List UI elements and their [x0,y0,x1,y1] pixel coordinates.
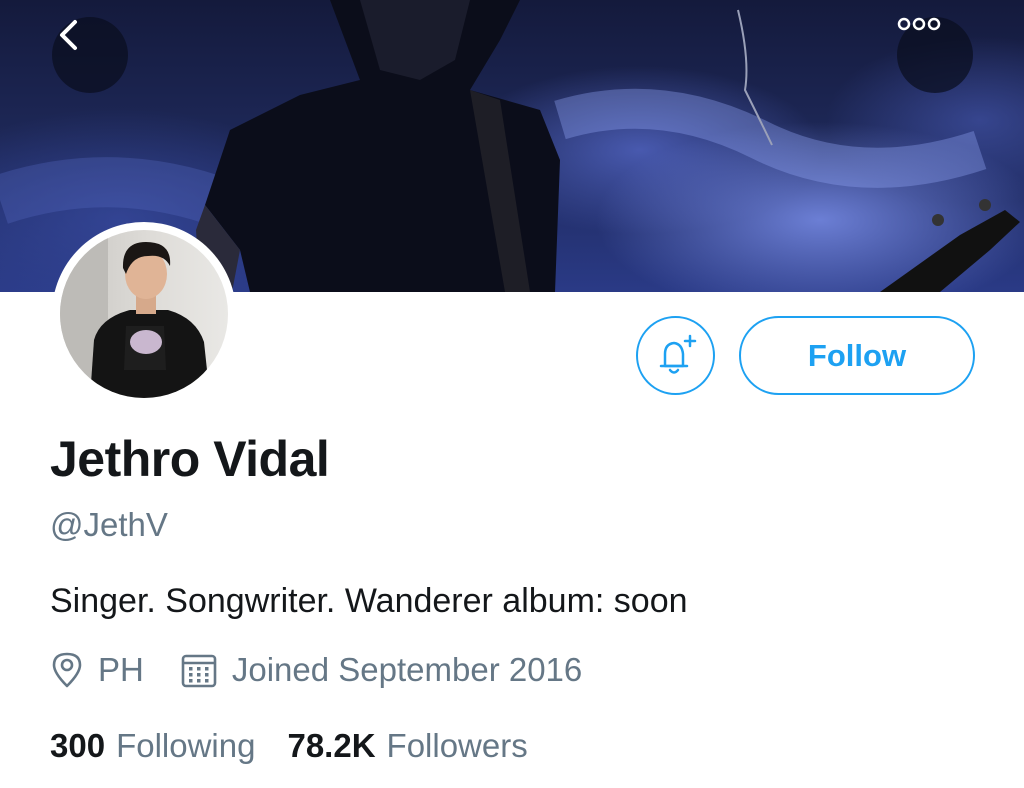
follow-button-label: Follow [807,337,907,373]
display-name: Jethro Vidal [50,431,330,487]
followers-link[interactable]: 78.2K Followers [287,727,527,765]
username-handle: @JethV [50,506,168,543]
back-button[interactable] [52,17,128,93]
avatar[interactable] [52,222,236,406]
follow-stats: 300 Following 78.2K Followers [50,724,528,768]
profile-meta: PH Joined September 2016 [50,646,582,694]
calendar-icon [180,651,218,689]
avatar-photo [60,230,228,398]
profile-page: Follow Jethro Vidal @JethV Singer. Songw… [0,0,1024,788]
following-link[interactable]: 300 Following [50,727,255,765]
bell-plus-icon [652,332,700,380]
follow-button[interactable]: Follow [739,316,975,395]
join-date: Joined September 2016 [180,651,582,689]
join-date-text: Joined September 2016 [231,651,583,688]
followers-count: 78.2K [287,727,376,764]
notifications-button[interactable] [636,316,715,395]
followers-label: Followers [386,727,528,764]
more-options-button[interactable] [897,17,973,93]
profile-bio: Singer. Songwriter. Wanderer album: soon [50,582,688,620]
location-pin-icon [50,651,84,689]
following-label: Following [116,727,256,764]
location: PH [50,651,144,689]
following-count: 300 [50,727,106,764]
location-text: PH [98,651,144,688]
